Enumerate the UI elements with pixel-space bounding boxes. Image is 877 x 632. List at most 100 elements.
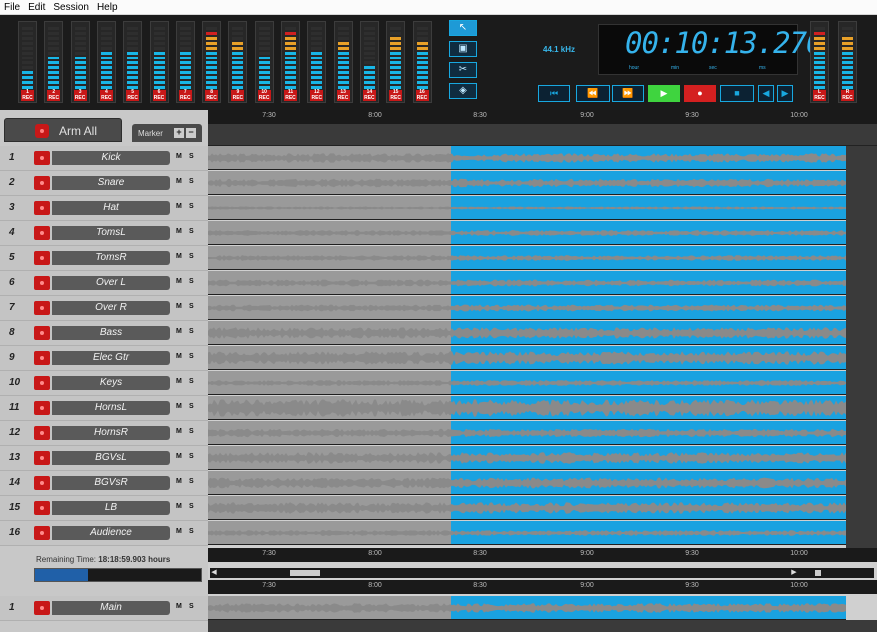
track-lane[interactable] bbox=[208, 471, 846, 495]
meter-rec-label[interactable]: 6 REC bbox=[152, 89, 166, 101]
mute-button[interactable]: M bbox=[176, 203, 182, 210]
meter-rec-label[interactable]: 13 REC bbox=[336, 89, 350, 101]
menu-help[interactable]: Help bbox=[93, 0, 122, 14]
solo-button[interactable]: S bbox=[189, 478, 194, 485]
meter-rec-label[interactable]: 15 REC bbox=[389, 89, 403, 101]
pointer-tool-icon[interactable]: ↖ bbox=[449, 20, 477, 36]
arm-all-button[interactable]: Arm All bbox=[4, 118, 122, 142]
solo-button[interactable]: S bbox=[189, 328, 194, 335]
track-lane[interactable] bbox=[208, 196, 846, 220]
track-lane[interactable] bbox=[208, 346, 846, 370]
record-arm-button[interactable] bbox=[34, 401, 50, 415]
track-name[interactable]: LB bbox=[52, 501, 170, 515]
zoom-thumb[interactable] bbox=[815, 570, 821, 576]
remove-marker-icon[interactable]: − bbox=[186, 128, 196, 138]
record-arm-button[interactable] bbox=[34, 176, 50, 190]
mute-button[interactable]: M bbox=[176, 478, 182, 485]
solo-button[interactable]: S bbox=[189, 178, 194, 185]
horizontal-scrollbar[interactable]: ◀ ▶ bbox=[210, 568, 874, 578]
mute-button[interactable]: M bbox=[176, 428, 182, 435]
track-name[interactable]: TomsL bbox=[52, 226, 170, 240]
meter-rec-label[interactable]: 1 REC bbox=[21, 89, 34, 101]
record-arm-button[interactable] bbox=[34, 451, 50, 465]
mute-button[interactable]: M bbox=[176, 303, 182, 310]
record-arm-button[interactable] bbox=[34, 276, 50, 290]
track-name[interactable]: Kick bbox=[52, 151, 170, 165]
track-name[interactable]: Hat bbox=[52, 201, 170, 215]
menu-edit[interactable]: Edit bbox=[24, 0, 49, 14]
solo-button[interactable]: S bbox=[189, 603, 194, 610]
play-button[interactable]: ▶ bbox=[648, 85, 680, 102]
track-lane[interactable] bbox=[208, 271, 846, 295]
meter-rec-label[interactable]: 9 REC bbox=[231, 89, 245, 101]
track-lane[interactable] bbox=[208, 171, 846, 195]
track-name[interactable]: Bass bbox=[52, 326, 170, 340]
meter-rec-label[interactable]: 4 REC bbox=[99, 89, 113, 101]
record-arm-button[interactable] bbox=[34, 226, 50, 240]
main-track-lane[interactable] bbox=[208, 596, 846, 620]
record-arm-button[interactable] bbox=[34, 351, 50, 365]
mute-button[interactable]: M bbox=[176, 253, 182, 260]
meter-rec-label[interactable]: 5 REC bbox=[126, 89, 140, 101]
track-lane[interactable] bbox=[208, 521, 846, 545]
time-ruler[interactable]: 7:30 8:00 8:30 9:00 9:30 10:00 bbox=[208, 110, 877, 124]
track-lane[interactable] bbox=[208, 371, 846, 395]
meter-rec-label[interactable]: 11 REC bbox=[284, 89, 297, 101]
record-arm-button[interactable] bbox=[34, 326, 50, 340]
track-name[interactable]: TomsR bbox=[52, 251, 170, 265]
track-lane[interactable] bbox=[208, 146, 846, 170]
mute-button[interactable]: M bbox=[176, 378, 182, 385]
mute-button[interactable]: M bbox=[176, 178, 182, 185]
record-arm-button[interactable] bbox=[34, 376, 50, 390]
meter-rec-label[interactable]: 8 REC bbox=[205, 89, 219, 101]
scissors-icon[interactable]: ✂ bbox=[449, 62, 477, 78]
track-lane[interactable] bbox=[208, 421, 846, 445]
mute-button[interactable]: M bbox=[176, 278, 182, 285]
mute-button[interactable]: M bbox=[176, 503, 182, 510]
track-lane[interactable] bbox=[208, 296, 846, 320]
mute-button[interactable]: M bbox=[176, 328, 182, 335]
track-name[interactable]: HornsR bbox=[52, 426, 170, 440]
track-name[interactable]: Snare bbox=[52, 176, 170, 190]
mute-button[interactable]: M bbox=[176, 528, 182, 535]
meter-rec-label[interactable]: R REC bbox=[841, 89, 854, 101]
record-arm-button[interactable] bbox=[34, 501, 50, 515]
solo-button[interactable]: S bbox=[189, 503, 194, 510]
menu-session[interactable]: Session bbox=[49, 0, 93, 14]
record-arm-button[interactable] bbox=[34, 251, 50, 265]
solo-button[interactable]: S bbox=[189, 203, 194, 210]
meter-rec-label[interactable]: 3 REC bbox=[73, 89, 87, 101]
solo-button[interactable]: S bbox=[189, 378, 194, 385]
scroll-left-icon[interactable]: ◀ bbox=[210, 568, 218, 578]
mute-button[interactable]: M bbox=[176, 403, 182, 410]
track-name[interactable]: Over L bbox=[52, 276, 170, 290]
track-name[interactable]: BGVsR bbox=[52, 476, 170, 490]
fast-forward-button[interactable]: ⏩ bbox=[612, 85, 644, 102]
add-marker-icon[interactable]: + bbox=[174, 128, 184, 138]
record-arm-button[interactable] bbox=[34, 151, 50, 165]
record-arm-button[interactable] bbox=[34, 526, 50, 540]
mute-button[interactable]: M bbox=[176, 153, 182, 160]
scroll-right-icon[interactable]: ▶ bbox=[790, 568, 798, 578]
solo-button[interactable]: S bbox=[189, 253, 194, 260]
mute-button[interactable]: M bbox=[176, 353, 182, 360]
solo-button[interactable]: S bbox=[189, 278, 194, 285]
time-ruler-bottom[interactable]: 7:30 8:00 8:30 9:00 9:30 10:00 bbox=[208, 548, 877, 562]
record-arm-button[interactable] bbox=[34, 426, 50, 440]
rewind-to-start-button[interactable]: ⏮ bbox=[538, 85, 570, 102]
mute-button[interactable]: M bbox=[176, 603, 182, 610]
meter-rec-label[interactable]: L REC bbox=[813, 89, 826, 101]
meter-rec-label[interactable]: 16 REC bbox=[415, 89, 429, 101]
track-lane[interactable] bbox=[208, 321, 846, 345]
time-ruler-main[interactable]: 7:30 8:00 8:30 9:00 9:30 10:00 bbox=[208, 580, 877, 594]
solo-button[interactable]: S bbox=[189, 403, 194, 410]
solo-button[interactable]: S bbox=[189, 228, 194, 235]
track-lane[interactable] bbox=[208, 396, 846, 420]
mute-button[interactable]: M bbox=[176, 453, 182, 460]
track-name[interactable]: BGVsL bbox=[52, 451, 170, 465]
track-name[interactable]: Main bbox=[52, 601, 170, 615]
scroll-thumb[interactable] bbox=[290, 570, 320, 576]
next-marker-button[interactable]: ▶ bbox=[777, 85, 793, 102]
meter-rec-label[interactable]: 7 REC bbox=[178, 89, 192, 101]
meter-rec-label[interactable]: 14 REC bbox=[362, 89, 376, 101]
